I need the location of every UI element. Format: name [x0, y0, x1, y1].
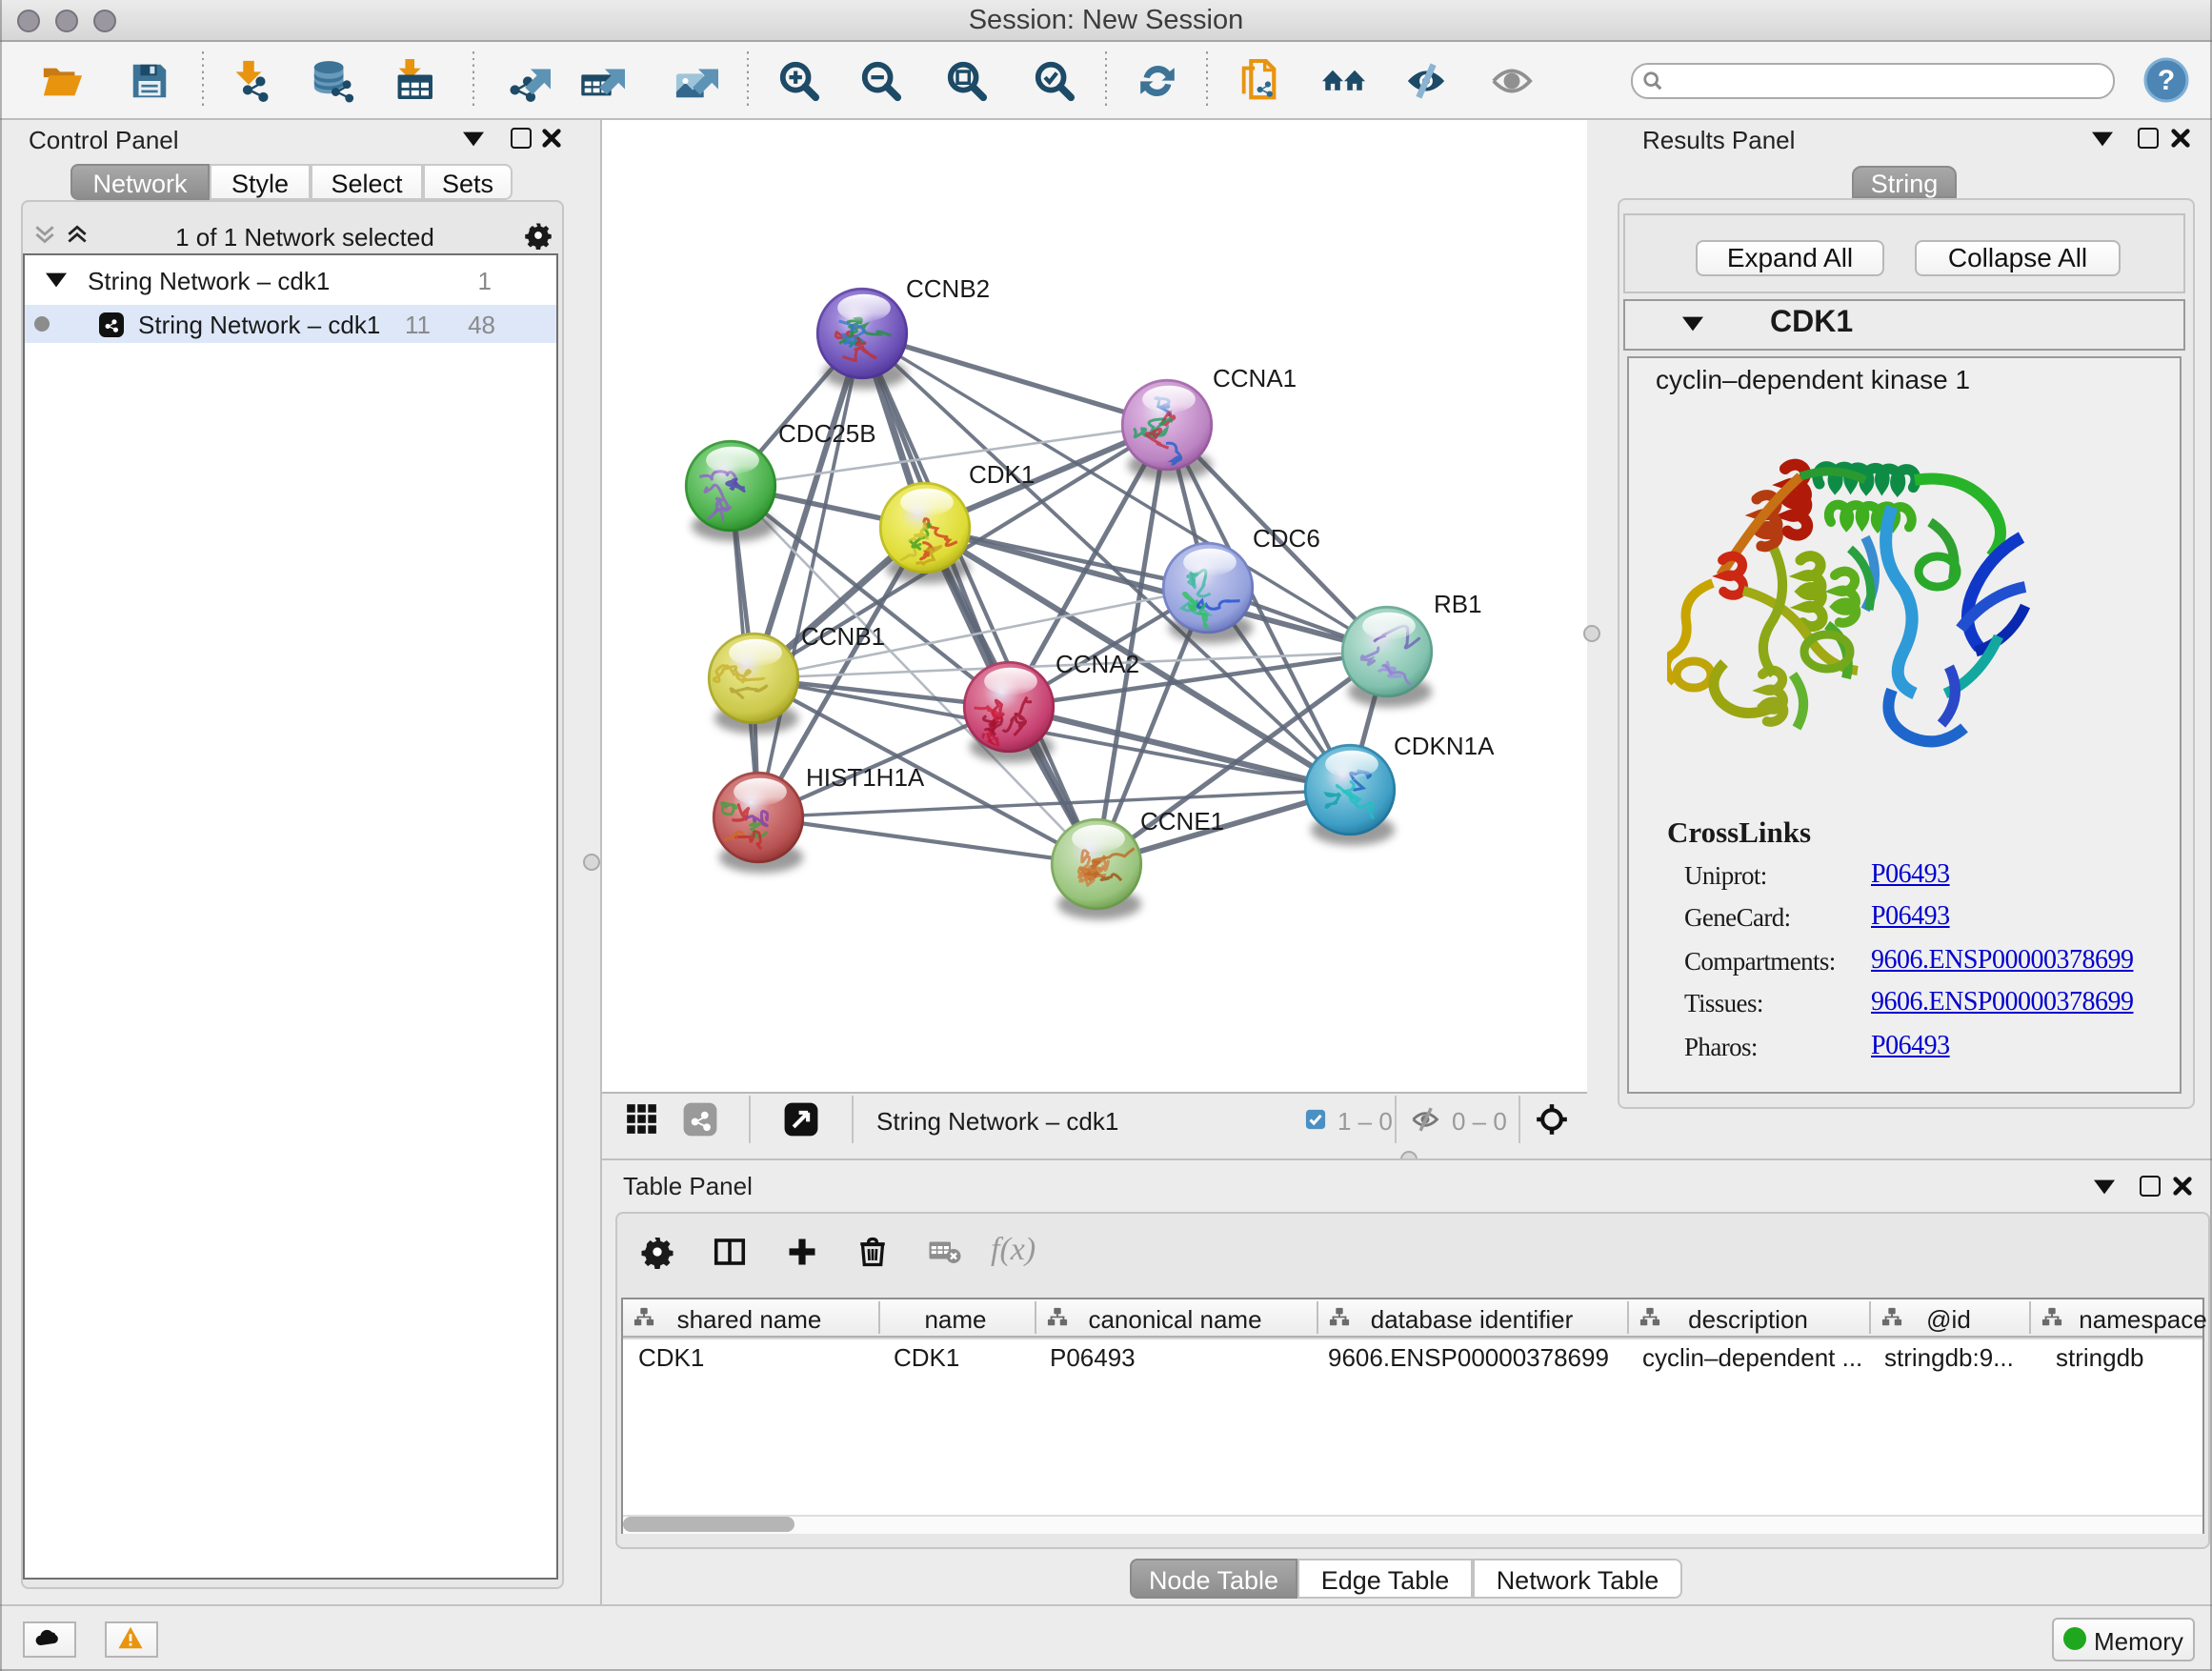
svg-text:CDC6: CDC6 [1253, 524, 1320, 553]
svg-text:CDKN1A: CDKN1A [1394, 732, 1495, 760]
svg-text:?: ? [2158, 64, 2175, 95]
svg-text:CCNB1: CCNB1 [801, 622, 885, 651]
svg-text:RB1: RB1 [1434, 590, 1482, 618]
svg-text:CDC25B: CDC25B [778, 419, 876, 448]
svg-text:CCNB2: CCNB2 [906, 274, 990, 303]
svg-text:CCNE1: CCNE1 [1140, 807, 1224, 836]
svg-text:CCNA1: CCNA1 [1213, 364, 1297, 393]
svg-text:CCNA2: CCNA2 [1056, 650, 1139, 678]
svg-text:HIST1H1A: HIST1H1A [806, 763, 925, 792]
svg-text:CDK1: CDK1 [969, 460, 1035, 489]
